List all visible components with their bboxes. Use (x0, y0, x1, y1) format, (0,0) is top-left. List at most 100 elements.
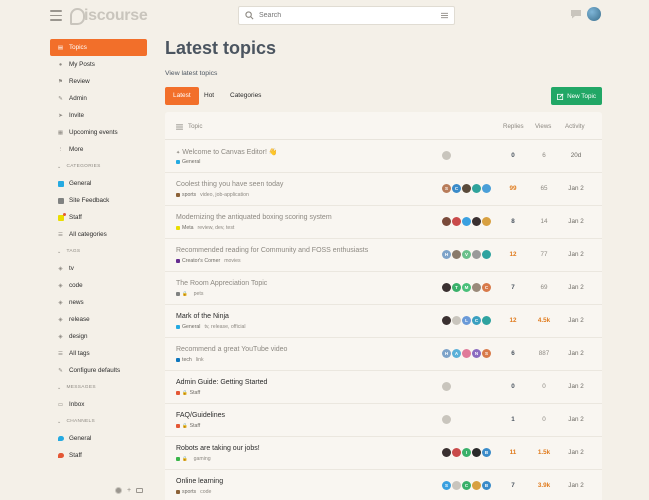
poster-avatar[interactable] (442, 151, 451, 160)
poster-avatar[interactable]: H (442, 349, 451, 358)
topic-tags[interactable]: pets (194, 291, 204, 297)
poster-avatar[interactable]: L (462, 316, 471, 325)
topic-tags[interactable]: gaming (194, 456, 211, 462)
topic-replies[interactable]: 7 (502, 284, 524, 291)
tab-latest[interactable]: Latest (165, 87, 199, 105)
topic-activity[interactable]: Jan 2 (563, 317, 589, 324)
poster-avatar[interactable] (452, 316, 461, 325)
poster-avatar[interactable] (442, 217, 451, 226)
site-logo[interactable]: iscourse (70, 5, 148, 27)
topic-activity[interactable]: Jan 2 (563, 449, 589, 456)
topic-replies[interactable]: 12 (502, 317, 524, 324)
topic-category[interactable]: 🔒 Staff (176, 390, 200, 396)
topic-row[interactable]: ✦ Welcome to Canvas Editor! 👋 General 0 6 20d (165, 140, 602, 173)
topic-row[interactable]: Recommend a great YouTube video tech link H… (165, 338, 602, 371)
poster-avatar[interactable] (442, 415, 451, 424)
bulk-select-icon[interactable] (176, 123, 183, 130)
tab-hot[interactable]: Hot (196, 87, 222, 105)
sidebar-tag-configure-defaults[interactable]: ✎ Configure defaults (50, 362, 147, 379)
poster-avatar[interactable] (462, 349, 471, 358)
filter-icon[interactable] (441, 12, 448, 19)
topic-activity[interactable]: Jan 2 (563, 251, 589, 258)
topic-replies[interactable]: 8 (502, 218, 524, 225)
poster-avatar[interactable] (472, 250, 481, 259)
poster-avatar[interactable]: M (462, 283, 471, 292)
topic-row[interactable]: Modernizing the antiquated boxing scorin… (165, 206, 602, 239)
topic-activity[interactable]: Jan 2 (563, 416, 589, 423)
topic-category[interactable]: 🔒 Staff (176, 423, 200, 429)
sidebar-item-admin[interactable]: ✎ Admin (50, 90, 147, 107)
sidebar-item-invite[interactable]: ➤ Invite (50, 107, 147, 124)
topic-replies[interactable]: 1 (502, 416, 524, 423)
poster-avatar[interactable] (472, 448, 481, 457)
poster-avatar[interactable] (462, 184, 471, 193)
topic-category[interactable]: sports (176, 192, 196, 198)
sidebar-tag-news[interactable]: ◈ news (50, 294, 147, 311)
topic-category[interactable]: tech (176, 357, 192, 363)
topic-title[interactable]: Robots are taking our jobs! (176, 445, 260, 452)
poster-avatar[interactable]: T (452, 283, 461, 292)
sidebar-item-topics[interactable]: ▤ Topics (50, 39, 147, 56)
section-messages[interactable]: ⌄ Messages (50, 379, 147, 396)
hamburger-menu-icon[interactable] (50, 10, 62, 21)
new-topic-button[interactable]: New Topic (551, 87, 602, 105)
sidebar-category-general[interactable]: General (50, 175, 147, 192)
sidebar-tag-tv[interactable]: ◈ tv (50, 260, 147, 277)
poster-avatar[interactable] (452, 481, 461, 490)
poster-avatar[interactable]: H (442, 250, 451, 259)
search-input[interactable] (259, 12, 429, 19)
topic-replies[interactable]: 7 (502, 482, 524, 489)
poster-avatar[interactable] (472, 283, 481, 292)
poster-avatar[interactable] (452, 217, 461, 226)
poster-avatar[interactable]: C (462, 481, 471, 490)
topic-replies[interactable]: 0 (502, 152, 524, 159)
tab-categories[interactable]: Categories (222, 87, 269, 105)
poster-avatar[interactable]: C (452, 184, 461, 193)
poster-avatar[interactable]: A (452, 349, 461, 358)
topic-row[interactable]: Recommended reading for Community and FO… (165, 239, 602, 272)
topic-category[interactable]: 🔒 (176, 291, 190, 297)
topic-replies[interactable]: 12 (502, 251, 524, 258)
topic-row[interactable]: The Room Appreciation Topic 🔒 pets T M C 7 69 Ja… (165, 272, 602, 305)
section-channels[interactable]: ⌄ Channels (50, 413, 147, 430)
poster-avatar[interactable] (482, 316, 491, 325)
topic-tags[interactable]: link (196, 357, 204, 363)
sidebar-tag-design[interactable]: ◈ design (50, 328, 147, 345)
section-tags[interactable]: ⌄ Tags (50, 243, 147, 260)
search-box[interactable] (238, 6, 455, 25)
sidebar-channel-staff[interactable]: Staff (50, 447, 147, 464)
topic-activity[interactable]: 20d (563, 152, 589, 159)
topic-category[interactable]: 🔒 (176, 456, 190, 462)
poster-avatar[interactable] (472, 184, 481, 193)
topic-title[interactable]: Modernizing the antiquated boxing scorin… (176, 214, 332, 221)
column-activity[interactable]: Activity (565, 123, 585, 130)
poster-avatar[interactable]: B (482, 481, 491, 490)
poster-avatar[interactable]: V (462, 250, 471, 259)
poster-avatar[interactable] (442, 316, 451, 325)
poster-avatar[interactable] (442, 448, 451, 457)
add-icon[interactable]: + (127, 487, 131, 494)
topic-category[interactable]: Creator's Corner (176, 258, 220, 264)
sidebar-category-site-feedback[interactable]: Site Feedback (50, 192, 147, 209)
sidebar-item-upcoming-events[interactable]: ▦ Upcoming events (50, 124, 147, 141)
sidebar-tag-code[interactable]: ◈ code (50, 277, 147, 294)
topic-title[interactable]: Admin Guide: Getting Started (176, 379, 267, 386)
poster-avatar[interactable] (472, 217, 481, 226)
sidebar-category-all-categories[interactable]: ☰ All categories (50, 226, 147, 243)
topic-replies[interactable]: 0 (502, 383, 524, 390)
sidebar-item-review[interactable]: ⚑ Review (50, 73, 147, 90)
poster-avatar[interactable]: B (482, 448, 491, 457)
topic-category[interactable]: Meta (176, 225, 194, 231)
topic-title[interactable]: Online learning (176, 478, 223, 485)
topic-row[interactable]: Online learning sports code S C B 7 3.9k Jan 2 (165, 470, 602, 500)
sidebar-tag-all-tags[interactable]: ☰ All tags (50, 345, 147, 362)
topic-activity[interactable]: Jan 2 (563, 284, 589, 291)
sidebar-tag-release[interactable]: ◈ release (50, 311, 147, 328)
poster-avatar[interactable]: I (462, 448, 471, 457)
topic-title[interactable]: Mark of the Ninja (176, 313, 229, 320)
topic-category[interactable]: sports (176, 489, 196, 495)
user-avatar[interactable] (587, 7, 601, 21)
topic-tags[interactable]: review, dev, test (198, 225, 235, 231)
poster-avatar[interactable]: S (442, 481, 451, 490)
topic-row[interactable]: FAQ/Guidelines 🔒 Staff 1 0 Jan 2 (165, 404, 602, 437)
